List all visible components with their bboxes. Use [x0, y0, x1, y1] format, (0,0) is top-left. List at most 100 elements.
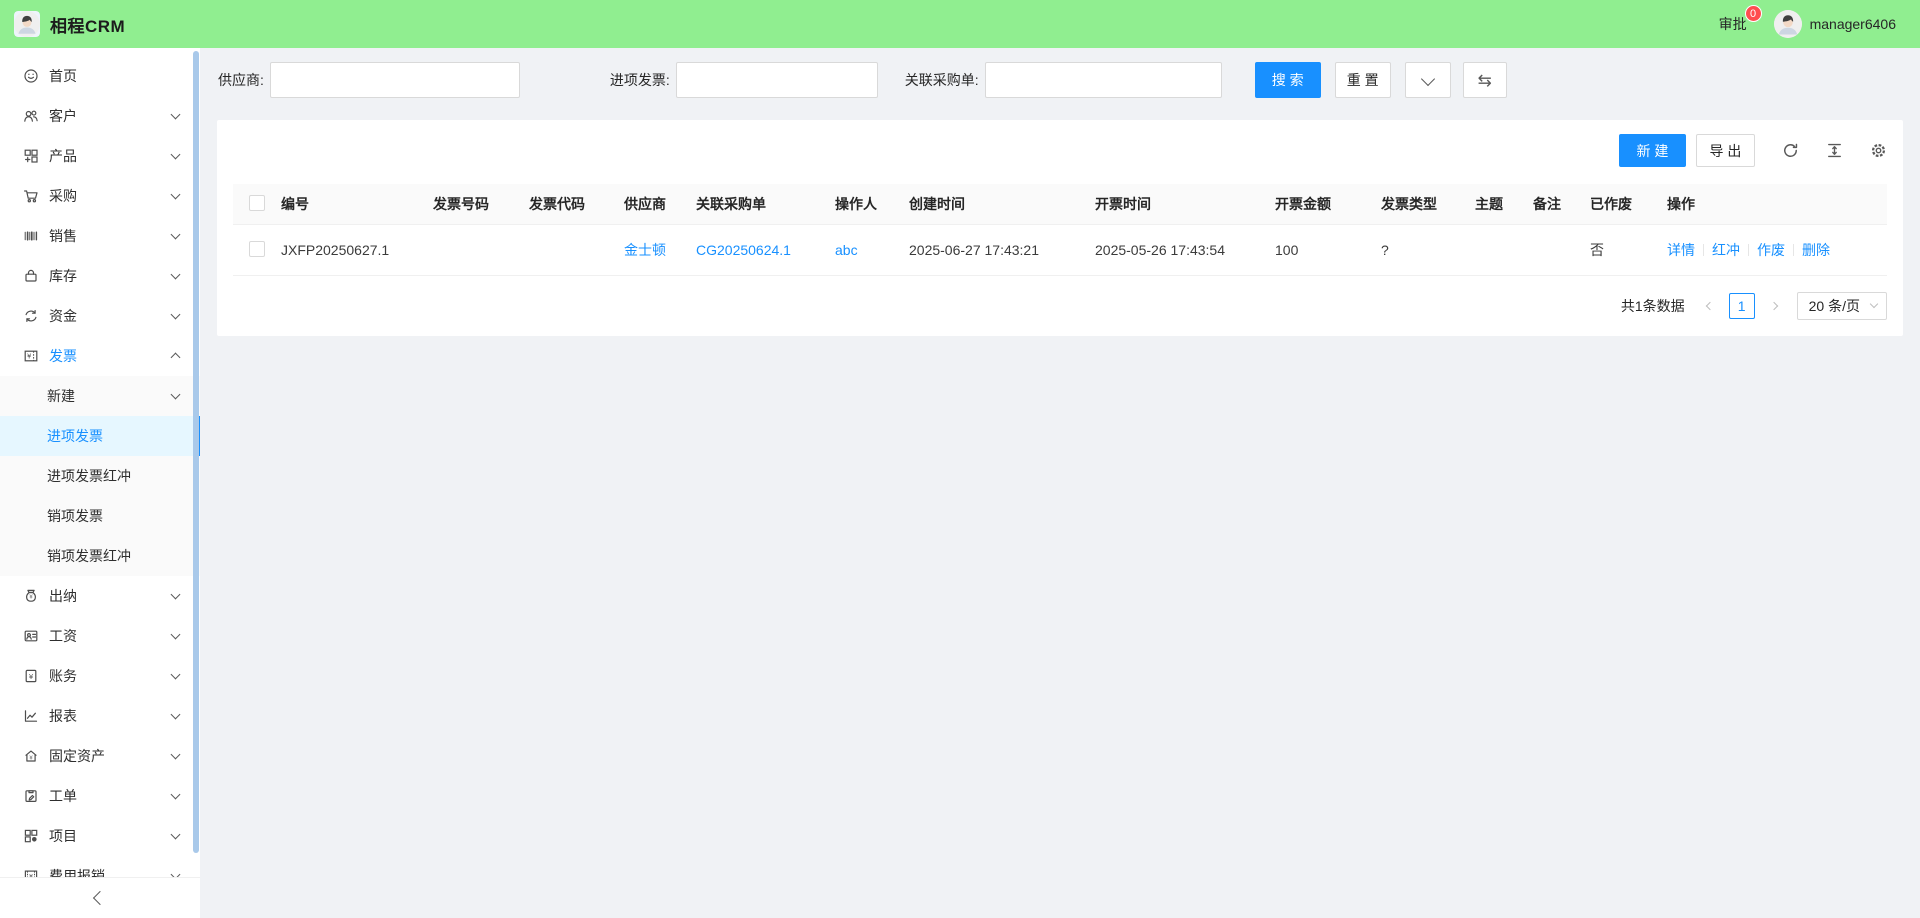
sidebar-item-product[interactable]: 产品 [0, 136, 200, 176]
sidebar-item-label: 报表 [49, 706, 77, 726]
sidebar-item-label: 进项发票 [47, 426, 103, 446]
reset-button[interactable]: 重 置 [1335, 62, 1391, 98]
sidebar-item-invoice-create[interactable]: 新建 [0, 376, 200, 416]
chevron-down-icon [171, 790, 181, 800]
select-all-checkbox[interactable] [249, 195, 265, 211]
void-action-link[interactable]: 作废 [1757, 242, 1785, 258]
sidebar-item-label: 发票 [49, 346, 77, 366]
main-content: 供应商: 进项发票: 关联采购单: 搜 索 重 置 ⇆ 新 建 [200, 48, 1920, 918]
export-button[interactable]: 导 出 [1696, 134, 1755, 167]
column-header-amount: 开票金额 [1267, 184, 1373, 225]
supplier-filter-input[interactable] [270, 62, 520, 98]
page-size-select[interactable]: 20 条/页 [1797, 292, 1887, 320]
filter-logic-toggle-button[interactable]: ⇆ [1463, 62, 1507, 98]
expand-filters-button[interactable] [1405, 62, 1451, 98]
sidebar-item-label: 首页 [49, 66, 77, 86]
supplier-link[interactable]: 金士顿 [624, 242, 666, 258]
action-divider [1793, 244, 1794, 256]
page-size-value: 20 条/页 [1809, 296, 1860, 316]
sidebar-item-funds[interactable]: 资金 [0, 296, 200, 336]
row-checkbox[interactable] [249, 241, 265, 257]
cell-invoice-no [425, 225, 521, 276]
chevron-up-icon [171, 353, 181, 363]
sidebar-item-inventory[interactable]: 库存 [0, 256, 200, 296]
search-button[interactable]: 搜 索 [1255, 62, 1321, 98]
page-number-button[interactable]: 1 [1729, 293, 1755, 319]
action-divider [1748, 244, 1749, 256]
detail-action-link[interactable]: 详情 [1667, 242, 1695, 258]
top-header: 相程CRM 审批 0 manager6406 [0, 0, 1920, 48]
action-divider [1703, 244, 1704, 256]
sidebar-item-customer[interactable]: 客户 [0, 96, 200, 136]
column-header-subject: 主题 [1467, 184, 1525, 225]
sidebar-item-project[interactable]: 项目 [0, 816, 200, 856]
chevron-down-icon [171, 670, 181, 680]
sidebar-item-label: 资金 [49, 306, 77, 326]
purchase-order-filter-label: 关联采购单: [905, 70, 979, 90]
swap-icon: ⇆ [1478, 72, 1492, 89]
invoice-filter-input[interactable] [676, 62, 878, 98]
approval-menu-item[interactable]: 审批 0 [1719, 14, 1747, 34]
next-page-button[interactable] [1763, 294, 1785, 318]
sidebar-item-expense[interactable]: 费用报销 [0, 856, 200, 877]
sidebar-item-input-invoice-red[interactable]: 进项发票红冲 [0, 456, 200, 496]
customers-icon [23, 108, 39, 124]
sidebar-collapse-button[interactable] [0, 877, 200, 918]
sidebar-item-report[interactable]: 报表 [0, 696, 200, 736]
sidebar-item-label: 库存 [49, 266, 77, 286]
table-row: JXFP20250627.1 金士顿 CG20250624.1 abc 2025… [233, 225, 1887, 276]
sidebar-item-output-invoice-red[interactable]: 销项发票红冲 [0, 536, 200, 576]
chevron-down-icon [171, 390, 181, 400]
chevron-down-icon [171, 630, 181, 640]
cell-created-at: 2025-06-27 17:43:21 [901, 225, 1087, 276]
delete-action-link[interactable]: 删除 [1802, 242, 1830, 258]
ledger-icon [23, 668, 39, 684]
purchase-order-link[interactable]: CG20250624.1 [696, 242, 791, 258]
sidebar-item-input-invoice[interactable]: 进项发票 [0, 416, 200, 456]
sidebar-item-label: 固定资产 [49, 746, 105, 766]
purchase-order-filter-input[interactable] [985, 62, 1222, 98]
sidebar-item-cashier[interactable]: 出纳 [0, 576, 200, 616]
cell-subject [1467, 225, 1525, 276]
cell-invoice-code [521, 225, 616, 276]
house-icon [23, 748, 39, 764]
sync-icon [23, 308, 39, 324]
chevron-down-icon [171, 870, 181, 877]
create-button[interactable]: 新 建 [1619, 134, 1686, 167]
red-reverse-action-link[interactable]: 红冲 [1712, 242, 1740, 258]
sidebar-item-fixed-asset[interactable]: 固定资产 [0, 736, 200, 776]
header-right: 审批 0 manager6406 [1719, 10, 1896, 38]
column-height-icon[interactable] [1826, 142, 1843, 159]
chevron-down-icon [171, 830, 181, 840]
sidebar-item-accounting[interactable]: 账务 [0, 656, 200, 696]
invoice-table: 编号 发票号码 发票代码 供应商 关联采购单 操作人 创建时间 开票时间 开票金… [233, 184, 1887, 276]
sidebar-item-salary[interactable]: 工资 [0, 616, 200, 656]
prev-page-button[interactable] [1699, 294, 1721, 318]
chevron-down-icon [171, 230, 181, 240]
refresh-icon[interactable] [1782, 142, 1799, 159]
sidebar-scrollbar[interactable] [193, 51, 199, 853]
column-header-invoice-type: 发票类型 [1373, 184, 1467, 225]
column-header-operator: 操作人 [827, 184, 901, 225]
supplier-filter-group: 供应商: [218, 62, 520, 98]
operator-link[interactable]: abc [835, 242, 858, 258]
chevron-left-icon [93, 891, 107, 905]
app-root: 相程CRM 审批 0 manager6406 首页 客户 [0, 0, 1920, 918]
sidebar-item-label: 销项发票红冲 [47, 546, 131, 566]
sidebar-item-output-invoice[interactable]: 销项发票 [0, 496, 200, 536]
sidebar-item-home[interactable]: 首页 [0, 56, 200, 96]
sidebar-item-sales[interactable]: 销售 [0, 216, 200, 256]
gear-icon[interactable] [1870, 142, 1887, 159]
sidebar-item-label: 出纳 [49, 586, 77, 606]
sidebar-item-label: 新建 [47, 386, 75, 406]
username[interactable]: manager6406 [1810, 16, 1896, 32]
filter-bar: 供应商: 进项发票: 关联采购单: 搜 索 重 置 ⇆ [200, 48, 1920, 98]
sidebar-item-purchase[interactable]: 采购 [0, 176, 200, 216]
products-icon [23, 148, 39, 164]
home-icon [23, 68, 39, 84]
user-avatar[interactable] [1774, 10, 1802, 38]
sidebar-item-invoice[interactable]: 发票 [0, 336, 200, 376]
chevron-down-icon [171, 190, 181, 200]
column-header-remark: 备注 [1525, 184, 1582, 225]
sidebar-item-work-order[interactable]: 工单 [0, 776, 200, 816]
